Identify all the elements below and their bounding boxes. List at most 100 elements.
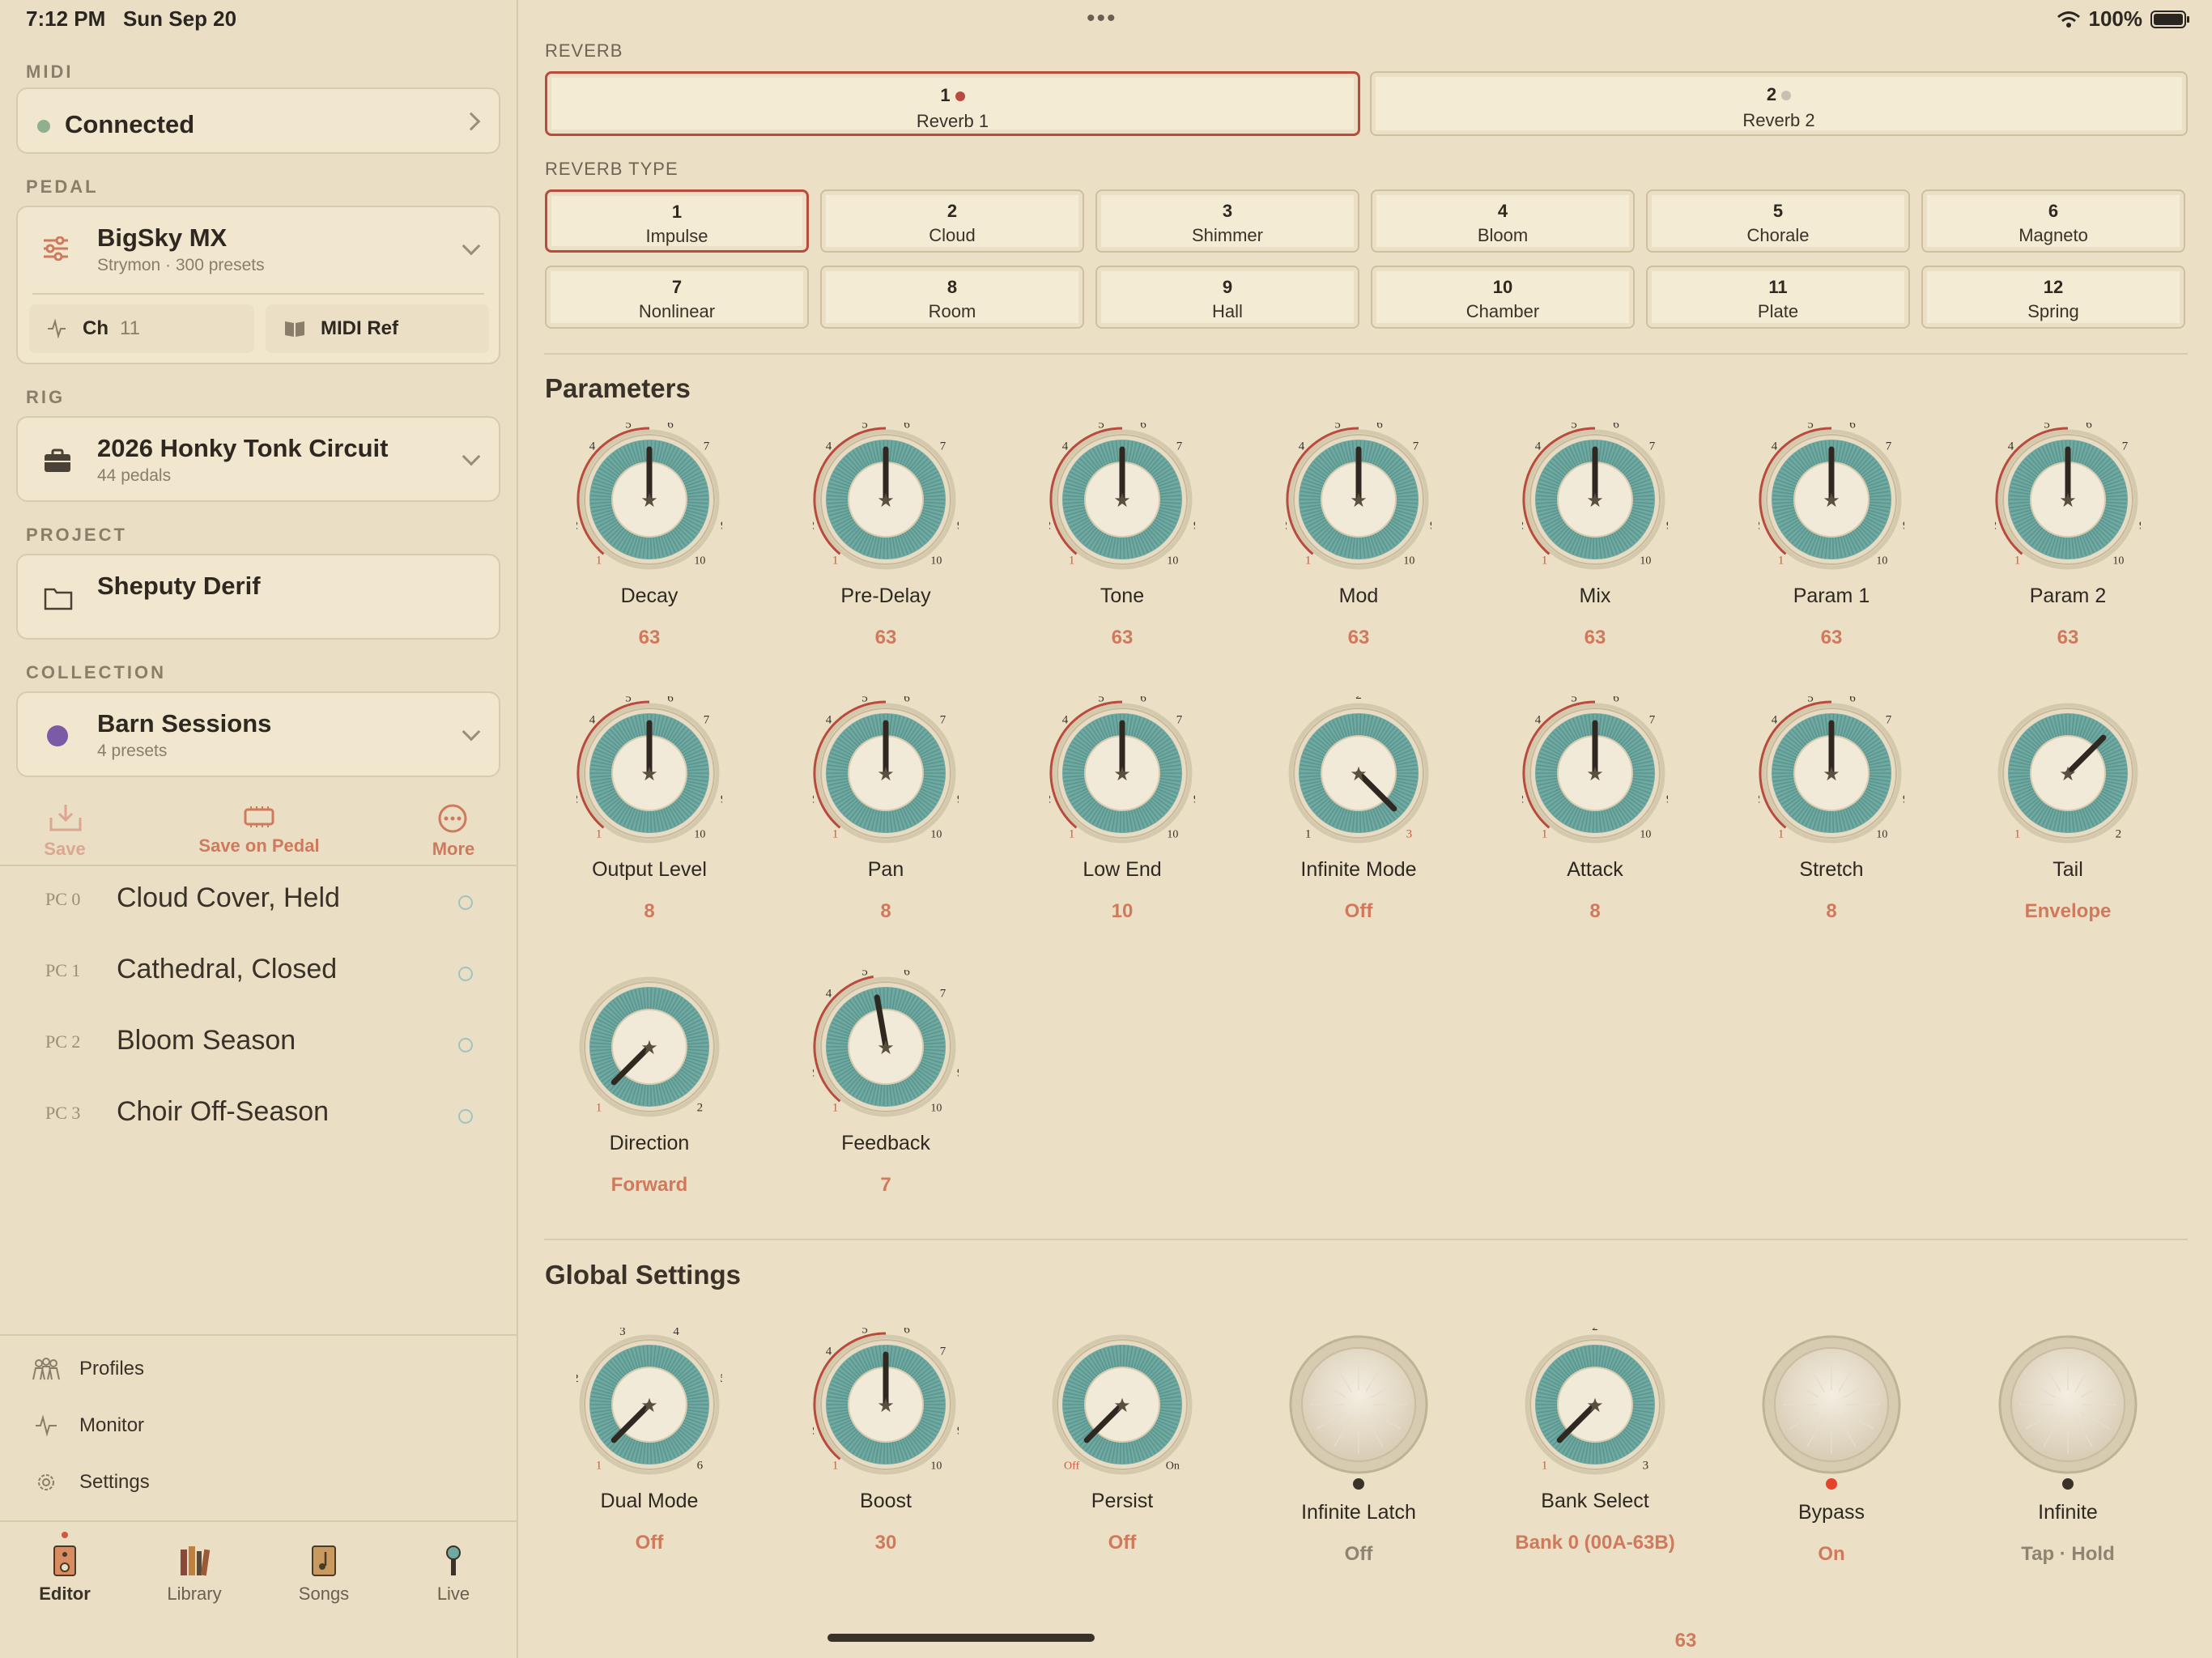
reverb-type-plate[interactable]: 11 Plate [1646,266,1910,329]
tab-live[interactable]: Live [397,1545,510,1605]
monitor-nav-item[interactable]: Monitor [32,1414,144,1438]
knob-value: Tap · Hold [2021,1543,2115,1565]
tab-editor[interactable]: Editor [8,1545,121,1605]
knob-dial-icon: ★12345678910 [1049,423,1195,570]
books-icon [181,1546,211,1576]
svg-text:9: 9 [1666,793,1668,806]
preset-row[interactable]: PC 2 Bloom Season [0,1009,518,1080]
collection-selector[interactable]: Barn Sessions 4 presets [16,691,500,777]
svg-text:3: 3 [1643,1459,1649,1472]
reverb-type-number: 10 [1492,277,1513,297]
svg-text:★: ★ [1586,1394,1604,1417]
knob-label: Infinite Latch [1301,1501,1416,1524]
profiles-nav-item[interactable]: Profiles [32,1357,144,1381]
reverb-type-name: Chamber [1465,301,1540,321]
svg-text:10: 10 [930,828,942,840]
svg-text:10: 10 [1403,555,1414,567]
preset-status-indicator [458,967,473,981]
reverb-type-name: Hall [1212,301,1243,321]
knob-value: 8 [1826,900,1837,922]
preset-row[interactable]: PC 0 Cloud Cover, Held [0,866,518,937]
project-name: Sheputy Derif [97,572,261,600]
svg-text:1: 1 [1305,554,1312,567]
svg-text:5: 5 [861,696,868,705]
knob-label: Dual Mode [600,1490,699,1512]
svg-text:10: 10 [694,828,705,840]
midi-channel-button[interactable]: Ch 11 [29,304,254,353]
pedal-selector[interactable]: BigSky MX Strymon · 300 presets [18,207,499,291]
save-button[interactable]: Save [0,839,146,860]
knob-value: Envelope [2024,900,2112,922]
settings-nav-item[interactable]: Settings [32,1470,150,1494]
reverb-slot-1[interactable]: 1 Reverb 1 [545,71,1360,136]
reverb-type-nonlinear[interactable]: 7 Nonlinear [545,266,809,329]
preset-name: Cloud Cover, Held [117,882,340,913]
reverb-slot-2[interactable]: 2 Reverb 2 [1370,71,2188,136]
pedal-subtitle: Strymon · 300 presets [97,256,265,274]
reverb-type-hall[interactable]: 9 Hall [1095,266,1359,329]
knob-dial-icon: ★12345678910 [1759,423,1904,570]
svg-text:9: 9 [1430,519,1431,532]
preset-name: Choir Off-Season [117,1096,330,1127]
svg-text:5: 5 [861,423,868,432]
svg-text:9: 9 [721,793,722,806]
knob-value: 63 [638,627,661,648]
project-selector[interactable]: Sheputy Derif [16,554,500,640]
program-change-number: PC 1 [45,960,81,980]
midi-ref-button[interactable]: MIDI Ref [266,304,489,353]
reverb-type-spring[interactable]: 12 Spring [1921,266,2185,329]
svg-text:9: 9 [957,1424,959,1437]
reverb-type-number: 6 [2048,201,2059,221]
multitask-dots-icon[interactable]: ••• [1087,5,1117,32]
knob-value: 63 [2057,627,2079,648]
preset-row[interactable]: PC 3 Choir Off-Season [0,1080,518,1151]
preset-name: Bloom Season [117,1025,296,1056]
knob-label: Infinite Mode [1300,858,1417,881]
memory-chip-icon [244,806,274,827]
svg-text:7: 7 [1649,713,1656,726]
more-ellipsis-icon [438,804,467,833]
midi-connection-card[interactable]: Connected [16,87,500,154]
svg-text:2: 2 [1759,519,1760,532]
knob-label: Bank Select [1541,1490,1649,1512]
tab-songs[interactable]: Songs [267,1545,381,1605]
svg-text:9: 9 [1903,793,1904,806]
svg-text:10: 10 [1876,828,1887,840]
knob-value: 63 [1584,627,1606,648]
reverb-slot-number: 1 [940,85,951,105]
rig-name: 2026 Honky Tonk Circuit [97,434,389,462]
knob-label: Decay [620,585,678,607]
tab-editor-label: Editor [39,1584,91,1604]
svg-text:6: 6 [904,423,910,432]
svg-text:2: 2 [1355,696,1362,702]
svg-text:9: 9 [721,519,722,532]
svg-text:1: 1 [1305,827,1312,840]
reverb-type-shimmer[interactable]: 3 Shimmer [1095,189,1359,253]
wifi-icon [2057,11,2080,28]
tab-library[interactable]: Library [138,1545,251,1605]
reverb-type-cloud[interactable]: 2 Cloud [820,189,1084,253]
knob-dial-icon: ★12345678910 [1995,423,2141,570]
preset-row[interactable]: PC 1 Cathedral, Closed [0,937,518,1009]
svg-text:1: 1 [832,1101,839,1114]
rig-section-label: RIG [26,387,66,407]
reverb-type-chorale[interactable]: 5 Chorale [1646,189,1910,253]
svg-text:10: 10 [1640,828,1651,840]
svg-text:★: ★ [640,1394,658,1417]
reverb-type-chamber[interactable]: 10 Chamber [1371,266,1635,329]
knob-label: Boost [860,1490,912,1512]
svg-text:★: ★ [877,489,895,512]
more-button[interactable]: More [372,839,534,860]
svg-text:7: 7 [940,987,946,1000]
reverb-type-magneto[interactable]: 6 Magneto [1921,189,2185,253]
knob-dial-icon: ★12345678910 [1759,696,1904,844]
reverb-type-impulse[interactable]: 1 Impulse [545,189,809,253]
save-on-pedal-button[interactable]: Save on Pedal [178,835,340,857]
svg-text:1: 1 [832,554,839,567]
rig-selector[interactable]: 2026 Honky Tonk Circuit 44 pedals [16,416,500,502]
svg-text:6: 6 [1140,423,1146,432]
channel-number: 11 [120,317,140,339]
knob-value: 8 [880,900,891,922]
reverb-type-bloom[interactable]: 4 Bloom [1371,189,1635,253]
reverb-type-room[interactable]: 8 Room [820,266,1084,329]
